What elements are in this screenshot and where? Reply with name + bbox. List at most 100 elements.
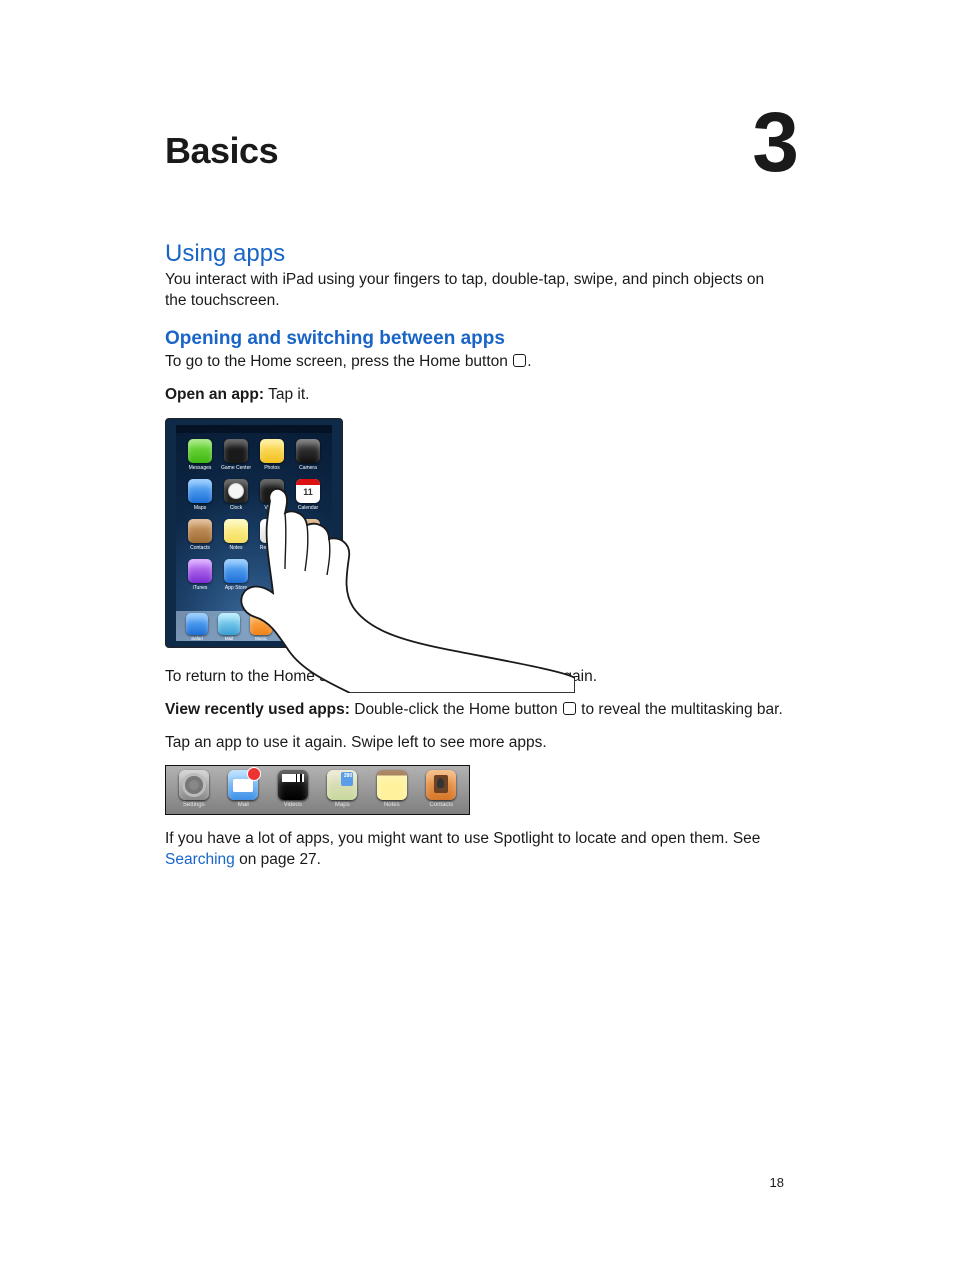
- app-label: App Store: [225, 585, 247, 591]
- home-button-icon: [513, 354, 526, 367]
- app-label: Music: [255, 636, 267, 641]
- app-icon: [186, 613, 208, 635]
- text: Tap it.: [264, 386, 309, 403]
- dock: Safari Mail Music: [176, 611, 332, 641]
- app-cell: Maps: [185, 479, 215, 519]
- app-icon: [188, 519, 212, 543]
- app-cell: Videos: [257, 479, 287, 519]
- dock-app-cell: Music: [250, 613, 272, 641]
- app-cell: Clock: [221, 479, 251, 519]
- multitask-app-cell: Videos: [270, 770, 316, 812]
- icon-grid: Messages Game Center Photos Camera Maps Clock…: [185, 439, 323, 599]
- bold-label: View recently used apps:: [165, 701, 350, 718]
- app-label: Videos: [264, 505, 279, 511]
- multitask-app-label: Videos: [284, 802, 302, 808]
- home-button-icon: [536, 669, 549, 682]
- para-home-screen: To go to the Home screen, press the Home…: [165, 352, 789, 373]
- text: If you have a lot of apps, you might wan…: [165, 830, 760, 847]
- app-icon: [188, 479, 212, 503]
- app-icon: [224, 559, 248, 583]
- text: .: [527, 353, 531, 370]
- app-label: Mail: [225, 636, 233, 641]
- chapter-number: 3: [752, 100, 799, 184]
- multitasking-bar-figure: Settings Mail Videos Maps Notes Contacts: [165, 765, 470, 815]
- app-icon: [260, 519, 284, 543]
- multitask-app-label: Mail: [238, 802, 249, 808]
- multitask-app-cell: Notes: [369, 770, 415, 812]
- app-label: Game Center: [221, 465, 251, 471]
- link-searching[interactable]: Searching: [165, 851, 235, 868]
- app-cell: Game Center: [221, 439, 251, 479]
- section-heading-using-apps: Using apps: [165, 240, 789, 268]
- page-number: 18: [770, 1175, 784, 1190]
- app-cell: iTunes: [185, 559, 215, 599]
- app-icon: [296, 519, 320, 543]
- multitask-app-label: Maps: [335, 802, 350, 808]
- multitask-app-icon: [228, 770, 258, 800]
- app-label: Contacts: [190, 545, 210, 551]
- multitask-app-icon: [278, 770, 308, 800]
- multitask-app-cell: Contacts: [419, 770, 465, 812]
- home-button-icon: [563, 702, 576, 715]
- app-icon: [260, 439, 284, 463]
- text: to reveal the multitasking bar.: [577, 701, 783, 718]
- chapter-header: Basics 3: [165, 120, 789, 240]
- multitask-app-label: Notes: [384, 802, 400, 808]
- ipad-body: Messages Game Center Photos Camera Maps Clock…: [165, 418, 343, 648]
- app-cell: Camera: [293, 439, 323, 479]
- app-label: Camera: [299, 465, 317, 471]
- app-label: Messages: [189, 465, 212, 471]
- ipad-homescreen-figure: Messages Game Center Photos Camera Maps Clock…: [165, 418, 445, 653]
- multitask-app-icon: [426, 770, 456, 800]
- text: To go to the Home screen, press the Home…: [165, 353, 512, 370]
- multitask-app-cell: Maps: [320, 770, 366, 812]
- multitask-app-label: Contacts: [429, 802, 453, 808]
- section1-para: You interact with iPad using your finger…: [165, 270, 789, 312]
- app-cell: Photos: [257, 439, 287, 479]
- app-cell: [257, 559, 287, 599]
- app-cell: Contacts: [185, 519, 215, 559]
- app-cell: Messages: [185, 439, 215, 479]
- app-label: Notes: [229, 545, 242, 551]
- text: To return to the Home screen, press the …: [165, 668, 535, 685]
- app-icon: [188, 439, 212, 463]
- app-label: Clock: [230, 505, 243, 511]
- text: on page 27.: [235, 851, 321, 868]
- app-label: Maps: [194, 505, 206, 511]
- app-label: iTunes: [193, 585, 208, 591]
- app-label: Safari: [191, 636, 203, 641]
- text: Double-click the Home button: [350, 701, 562, 718]
- app-cell: App Store: [221, 559, 251, 599]
- multitask-app-icon: [179, 770, 209, 800]
- app-cell: Calendar: [293, 479, 323, 519]
- app-cell: Notes: [221, 519, 251, 559]
- multitask-app-icon: [327, 770, 357, 800]
- multitask-app-cell: Mail: [221, 770, 267, 812]
- app-icon: [188, 559, 212, 583]
- para-return-home: To return to the Home screen, press the …: [165, 667, 789, 688]
- app-icon: [224, 519, 248, 543]
- multitask-app-cell: Settings: [171, 770, 217, 812]
- status-bar: [176, 425, 332, 433]
- para-view-recent: View recently used apps: Double-click th…: [165, 700, 789, 721]
- multitask-app-icon: [377, 770, 407, 800]
- app-icon: [296, 439, 320, 463]
- app-label: Reminders: [260, 545, 284, 551]
- page: Basics 3 Using apps You interact with iP…: [0, 0, 954, 1265]
- para-spotlight: If you have a lot of apps, you might wan…: [165, 829, 789, 871]
- app-cell: Newsstand: [293, 519, 323, 559]
- app-label: Newsstand: [296, 545, 321, 551]
- multitask-app-label: Settings: [183, 802, 205, 808]
- bold-label: Open an app:: [165, 386, 264, 403]
- para-open-app: Open an app: Tap it.: [165, 385, 789, 406]
- ipad-screen: Messages Game Center Photos Camera Maps Clock…: [176, 425, 332, 641]
- app-label: Photos: [264, 465, 280, 471]
- app-icon: [224, 479, 248, 503]
- app-icon: [296, 479, 320, 503]
- app-cell: Reminders: [257, 519, 287, 559]
- section-heading-opening: Opening and switching between apps: [165, 328, 789, 350]
- app-cell: [293, 559, 323, 599]
- app-icon: [260, 479, 284, 503]
- dock-app-cell: Safari: [186, 613, 208, 641]
- app-icon: [250, 613, 272, 635]
